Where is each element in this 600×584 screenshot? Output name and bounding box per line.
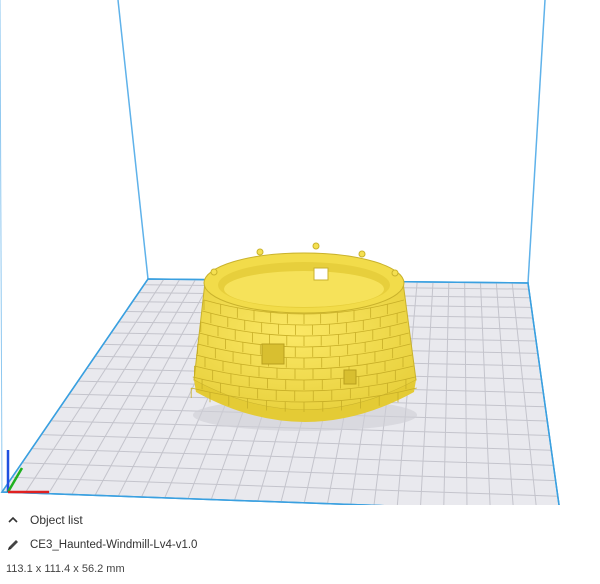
3d-viewport[interactable] [0, 0, 600, 510]
dimensions-text: 113.1 x 111.4 x 56.2 mm [6, 563, 125, 575]
object-filename: CE3_Haunted-Windmill-Lv4-v1.0 [30, 539, 198, 551]
build-volume-scene [0, 0, 561, 510]
object-list-toggle[interactable]: Object list [6, 513, 83, 527]
pencil-icon[interactable] [6, 538, 20, 552]
volume-edge-back-left [117, 0, 149, 280]
object-info-panel: Object list CE3_Haunted-Windmill-Lv4-v1.… [0, 505, 600, 584]
chevron-up-icon [6, 513, 20, 527]
windmill-model[interactable] [190, 242, 417, 431]
volume-edge-back-right [527, 0, 546, 284]
volume-edge-front-left [0, 0, 3, 493]
object-dimensions: 113.1 x 111.4 x 56.2 mm [6, 563, 125, 575]
object-name-row[interactable]: CE3_Haunted-Windmill-Lv4-v1.0 [6, 538, 197, 552]
object-list-label: Object list [30, 513, 83, 527]
